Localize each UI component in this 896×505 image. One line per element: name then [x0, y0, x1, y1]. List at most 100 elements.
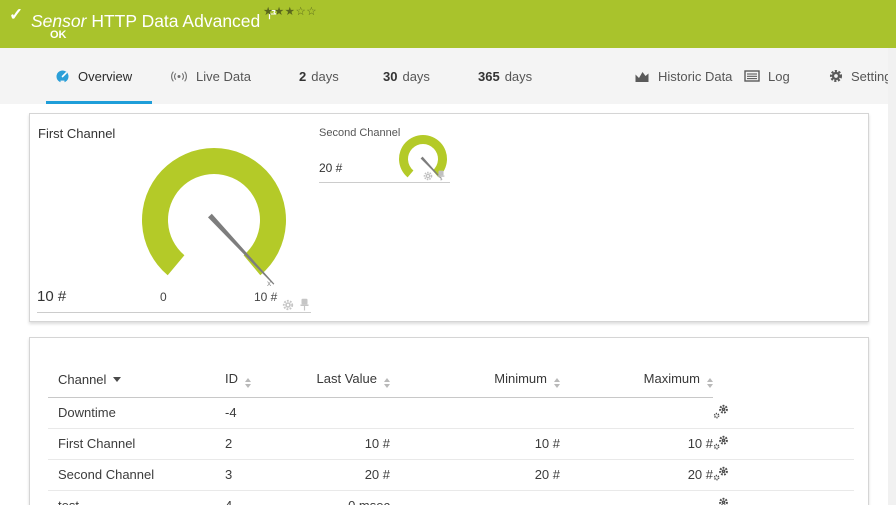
- channel-settings-icon[interactable]: [713, 435, 730, 453]
- tab-label: Log: [768, 68, 790, 84]
- star-filled-icon[interactable]: ★: [263, 6, 274, 18]
- tab-label: Overview: [78, 68, 133, 84]
- secondary-gauge-title: Second Channel: [319, 127, 401, 139]
- gauge-settings-icon[interactable]: [282, 299, 294, 311]
- cell-maximum: 10 #: [560, 428, 713, 460]
- needle-marker-label: x: [267, 278, 272, 288]
- primary-gauge-controls: [282, 298, 309, 311]
- cell-last-value: 0 msec: [305, 490, 390, 505]
- cell-id: 4: [225, 490, 305, 505]
- channel-settings-icon[interactable]: [713, 466, 730, 484]
- sort-icon: [245, 378, 251, 388]
- column-label: Channel: [58, 372, 107, 387]
- page: ✓ Sensor HTTP Data Advanced ★★★☆☆ OK Ove…: [0, 0, 896, 505]
- gauge-settings-icon[interactable]: [423, 171, 433, 181]
- sort-icon: [554, 378, 560, 388]
- secondary-gauge-controls: [423, 170, 445, 181]
- tab-label: Live Data: [196, 68, 251, 84]
- cell-channel: Downtime: [48, 397, 225, 429]
- tab-365-days[interactable]: 365 days: [478, 61, 532, 91]
- cell-last-value: 20 #: [305, 459, 390, 491]
- column-header-id[interactable]: ID: [225, 368, 305, 398]
- primary-gauge-value: 10 #: [37, 288, 67, 305]
- column-label: Minimum: [494, 371, 547, 386]
- star-filled-icon[interactable]: ★: [274, 6, 285, 18]
- cell-channel: Second Channel: [48, 459, 225, 491]
- channel-settings-icon[interactable]: [713, 404, 730, 422]
- cell-actions: [713, 490, 854, 505]
- star-empty-icon[interactable]: ☆: [306, 6, 317, 18]
- tab-30-days[interactable]: 30 days: [383, 61, 430, 91]
- table-row: test40 msec: [48, 490, 854, 505]
- tab-label: days: [311, 68, 339, 84]
- historic-icon: [634, 70, 650, 83]
- tab-2-days[interactable]: 2 days: [299, 61, 339, 91]
- table-row: Second Channel 3 20 #20 #20 #: [48, 459, 854, 491]
- log-icon: [744, 70, 760, 82]
- cell-actions: [713, 397, 854, 429]
- tab-number: 365: [478, 68, 500, 84]
- secondary-gauge-value: 20 #: [319, 161, 343, 175]
- cell-actions: [713, 428, 854, 460]
- scrollbar-track[interactable]: [888, 48, 896, 505]
- column-label: Maximum: [643, 371, 700, 386]
- column-header-last-value[interactable]: Last Value: [305, 368, 390, 398]
- column-header-minimum[interactable]: Minimum: [390, 368, 560, 398]
- channels-table: Channel ID Last Value Minimum Maximum Downti…: [48, 368, 854, 505]
- tab-label: Historic Data: [658, 68, 733, 84]
- column-label: ID: [225, 371, 238, 386]
- status-badge: OK: [50, 29, 67, 41]
- live-icon: [170, 70, 188, 83]
- cell-id: 2: [225, 428, 305, 460]
- cell-minimum: [390, 490, 560, 505]
- tab-bar: Overview Live Data 2 days 30 days 365 days Histo…: [0, 48, 896, 104]
- cell-minimum: 10 #: [390, 428, 560, 460]
- cell-actions: [713, 459, 854, 491]
- column-header-maximum[interactable]: Maximum: [560, 368, 713, 398]
- cell-last-value: [305, 397, 390, 429]
- cell-channel: test: [48, 490, 225, 505]
- cell-maximum: 20 #: [560, 459, 713, 491]
- table-body: Downtime -4 First Channel 2 10 #10 #10 # Seco…: [48, 397, 854, 505]
- cell-maximum: [560, 397, 713, 429]
- table-row: Downtime -4: [48, 397, 854, 429]
- channels-panel: Channel ID Last Value Minimum Maximum Downti…: [29, 337, 869, 505]
- primary-gauge-title: First Channel: [38, 126, 116, 141]
- gauges-panel: First Channel x 0 10 # 10 # Second Chann…: [29, 113, 869, 322]
- tab-overview[interactable]: Overview: [55, 61, 132, 91]
- sort-desc-icon: [113, 377, 122, 382]
- table-row: First Channel 2 10 #10 #10 #: [48, 428, 854, 460]
- sort-icon: [384, 378, 390, 388]
- cell-channel: First Channel: [48, 428, 225, 460]
- gauge-arc: [142, 148, 286, 276]
- channel-settings-icon[interactable]: [713, 497, 730, 505]
- sensor-name: HTTP Data Advanced: [91, 11, 261, 31]
- tab-number: 2: [299, 68, 307, 84]
- cell-minimum: [390, 397, 560, 429]
- cell-maximum: [560, 490, 713, 505]
- table-header-row: Channel ID Last Value Minimum Maximum: [48, 368, 854, 398]
- active-tab-underline: [46, 101, 152, 104]
- tab-log[interactable]: Log: [744, 61, 790, 91]
- tab-label: days: [504, 68, 533, 84]
- gauge-pin-icon[interactable]: [437, 170, 445, 181]
- tab-live-data[interactable]: Live Data: [170, 61, 251, 91]
- check-icon: ✓: [9, 5, 24, 24]
- column-label: Last Value: [316, 371, 377, 386]
- gauge-pin-icon[interactable]: [300, 298, 309, 311]
- star-rating[interactable]: ★★★☆☆: [263, 4, 317, 18]
- sensor-status-bar: ✓ Sensor HTTP Data Advanced ★★★☆☆ OK: [0, 0, 896, 48]
- star-empty-icon[interactable]: ☆: [295, 6, 306, 18]
- star-filled-icon[interactable]: ★: [285, 6, 296, 18]
- tab-historic-data[interactable]: Historic Data: [634, 61, 732, 91]
- sort-icon: [707, 378, 713, 388]
- cell-last-value: 10 #: [305, 428, 390, 460]
- object-kind-label: Sensor: [31, 11, 87, 31]
- tab-settings[interactable]: Settings: [829, 61, 896, 91]
- gauge-icon: [55, 69, 70, 84]
- cell-minimum: 20 #: [390, 459, 560, 491]
- page-title: Sensor HTTP Data Advanced: [31, 4, 277, 32]
- first-channel-gauge: x: [142, 148, 286, 288]
- column-header-channel[interactable]: Channel: [48, 368, 225, 398]
- cell-id: -4: [225, 397, 305, 429]
